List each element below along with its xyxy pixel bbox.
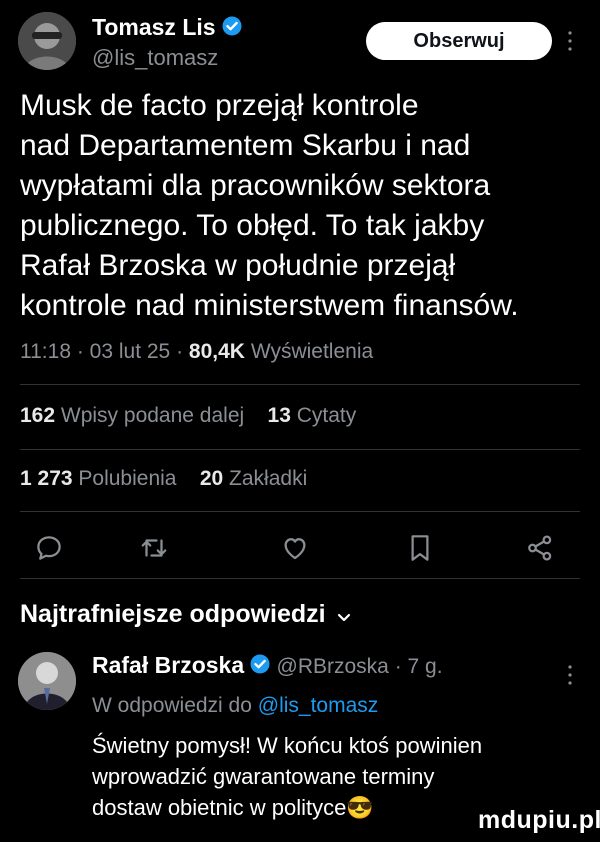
reply-author-name[interactable]: Rafał Brzoska: [92, 652, 244, 678]
reposts-stat[interactable]: 162 Wpisy podane dalej: [20, 404, 244, 427]
reply-more-options-icon[interactable]: [567, 664, 573, 691]
verified-badge-icon: [222, 15, 242, 42]
watermark-logo: mdupiu.pl: [478, 806, 600, 834]
likes-label: Polubienia: [78, 467, 177, 490]
likes-stat[interactable]: 1 273 Polubienia: [20, 467, 177, 490]
replies-sort-dropdown[interactable]: Najtrafniejsze odpowiedzi: [20, 600, 351, 630]
divider: [20, 511, 580, 512]
bookmark-icon[interactable]: [405, 532, 435, 564]
quotes-stat[interactable]: 13 Cytaty: [268, 404, 357, 427]
stats-row-likes: 1 273 Polubienia 20 Zakładki: [20, 467, 307, 491]
quotes-count: 13: [267, 404, 291, 427]
tweet-time[interactable]: 11:18: [20, 340, 71, 363]
reply-text-line: dostaw obietnic w polityce😎: [92, 795, 374, 820]
reply-context: W odpowiedzi do @lis_tomasz: [92, 694, 378, 718]
follow-button[interactable]: Obserwuj: [366, 22, 552, 60]
follow-button-label: Obserwuj: [413, 29, 505, 52]
like-icon[interactable]: [280, 533, 310, 563]
share-icon[interactable]: [525, 533, 555, 563]
tweet-text-line: nad Departamentem Skarbu i nad: [20, 129, 471, 162]
likes-count: 1 273: [20, 467, 73, 490]
tweet-text-line: Rafał Brzoska w południe przejął: [20, 249, 456, 282]
repost-icon[interactable]: [139, 533, 169, 563]
author-avatar[interactable]: [18, 12, 76, 70]
bookmarks-count: 20: [199, 467, 224, 490]
reposts-count: 162: [20, 404, 56, 427]
divider: [20, 449, 580, 450]
chevron-down-icon: [337, 601, 351, 630]
reply-context-handle[interactable]: @lis_tomasz: [258, 694, 379, 717]
more-options-icon[interactable]: [567, 30, 573, 57]
views-count: 80,4K: [188, 340, 245, 363]
reply-age[interactable]: 7 g.: [408, 655, 443, 678]
tweet-text-line: Musk de facto przejął kontrole: [20, 89, 419, 122]
reply-text-line: Świetny pomysł! W końcu ktoś powinien: [92, 733, 483, 758]
tweet-text-line: publicznego. To obłęd. To tak jakby: [20, 209, 485, 242]
reply-context-prefix: W odpowiedzi do: [92, 694, 252, 717]
author-name[interactable]: Tomasz Lis: [92, 14, 216, 40]
bookmarks-stat[interactable]: 20 Zakładki: [200, 467, 307, 490]
verified-badge-icon: [250, 653, 270, 680]
reposts-label: Wpisy podane dalej: [60, 404, 245, 427]
divider: [20, 384, 580, 385]
divider: [20, 578, 580, 579]
views-label: Wyświetlenia: [250, 340, 374, 363]
reply-icon[interactable]: [34, 533, 64, 563]
quotes-label: Cytaty: [296, 404, 357, 427]
tweet-text: Musk de facto przejął kontrole nad Depar…: [20, 86, 519, 326]
reply-author-handle[interactable]: @RBrzoska: [277, 655, 389, 678]
reply-text: Świetny pomysł! W końcu ktoś powinien wp…: [92, 730, 482, 823]
author-handle[interactable]: @lis_tomasz: [92, 45, 218, 71]
bookmarks-label: Zakładki: [229, 467, 308, 490]
tweet-text-line: kontrole nad ministerstwem finansów.: [20, 289, 519, 322]
tweet-meta: 11:18 · 03 lut 25 · 80,4K Wyświetlenia: [20, 340, 374, 363]
stats-row-reposts: 162 Wpisy podane dalej 13 Cytaty: [20, 404, 356, 428]
tweet-text-line: wypłatami dla pracowników sektora: [20, 169, 491, 202]
replies-header: Najtrafniejsze odpowiedzi: [20, 600, 326, 628]
reply-text-line: wprowadzić gwarantowane terminy: [92, 764, 435, 789]
tweet-date[interactable]: 03 lut 25: [90, 340, 171, 363]
reply-avatar[interactable]: [18, 652, 76, 710]
